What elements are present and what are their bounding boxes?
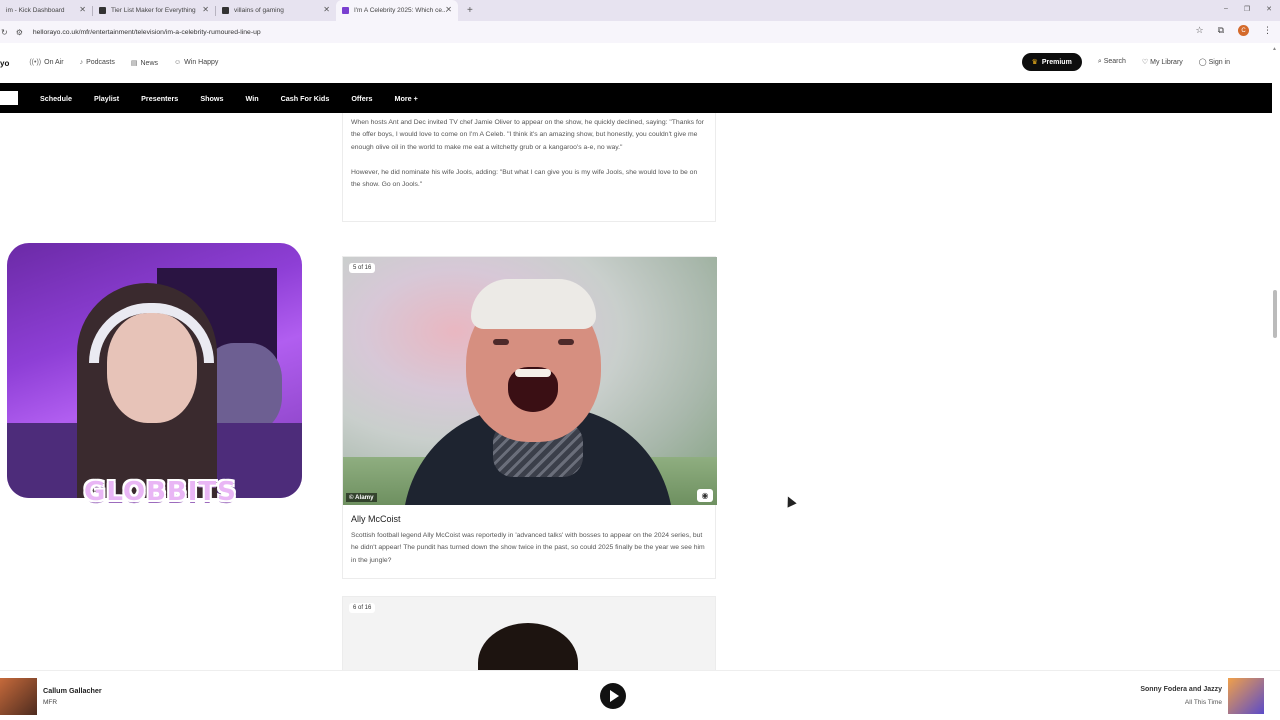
card-title: Ally McCoist	[351, 514, 401, 524]
track-title: All This Time	[1184, 699, 1222, 706]
card-photo[interactable]: 6 of 16	[343, 597, 715, 671]
nav-cash-for-kids[interactable]: Cash For Kids	[281, 94, 330, 103]
search-button[interactable]: ⌕ Search	[1098, 58, 1126, 66]
favicon-icon	[99, 7, 106, 14]
search-label: Search	[1103, 58, 1126, 65]
photo-teeth	[515, 369, 551, 377]
mic-icon: ♪	[79, 59, 84, 66]
mouse-cursor-icon	[783, 494, 797, 508]
play-button[interactable]	[600, 683, 626, 709]
premium-label: Premium	[1041, 58, 1072, 66]
premium-button[interactable]: ♛ Premium	[1021, 53, 1082, 71]
site-logo[interactable]: yo	[0, 59, 9, 68]
radio-icon: ((•))	[29, 59, 42, 66]
browser-menu-icon[interactable]: ⋮	[1263, 25, 1272, 36]
window-controls: – ❐ ✕	[1224, 5, 1272, 13]
restore-icon[interactable]: ❐	[1244, 5, 1250, 13]
gallery-card: 5 of 16 © Alamy ◉ Ally McCoist Scottish …	[342, 256, 717, 579]
browser-tab-bar: im - Kick Dashboard ✕ Tier List Maker fo…	[0, 0, 1280, 21]
camera-icon[interactable]: ◉	[697, 489, 713, 502]
nav-podcasts[interactable]: ♪ Podcasts	[80, 59, 115, 67]
previous-card-text: When hosts Ant and Dec invited TV chef J…	[342, 113, 716, 222]
close-icon[interactable]: ✕	[202, 6, 209, 14]
top-nav: ((•)) On Air ♪ Podcasts ▤ News ☺ Win Happy	[29, 59, 218, 67]
tab-label: Tier List Maker for Everything	[111, 7, 196, 14]
photo-hair	[471, 279, 596, 329]
close-icon[interactable]: ✕	[79, 6, 86, 14]
photo-credit: © Alamy	[346, 493, 377, 502]
news-icon: ▤	[130, 60, 138, 67]
gallery-card: 6 of 16	[342, 596, 716, 671]
nav-shows[interactable]: Shows	[200, 94, 223, 103]
article-paragraph: When hosts Ant and Dec invited TV chef J…	[351, 119, 704, 151]
smile-icon: ☺	[174, 59, 182, 66]
site-info-icon[interactable]: ⚙	[16, 28, 23, 37]
now-playing-presenter: Callum Gallacher	[43, 686, 102, 695]
track-artist: Sonny Fodera and Jazzy	[1140, 686, 1222, 693]
station-logo[interactable]	[0, 91, 18, 105]
signin-label: Sign in	[1208, 59, 1230, 66]
page-scrollbar[interactable]	[1273, 290, 1277, 338]
nav-win[interactable]: Win	[245, 94, 258, 103]
library-label: My Library	[1150, 59, 1183, 66]
my-library-button[interactable]: ♡ My Library	[1142, 58, 1183, 66]
card-photo[interactable]: 5 of 16 © Alamy ◉	[343, 257, 717, 505]
address-bar: ↻ ⚙ hellorayo.co.uk/mfr/entertainment/te…	[0, 21, 1280, 43]
tab-label: im - Kick Dashboard	[6, 7, 65, 14]
browser-tab[interactable]: im - Kick Dashboard ✕	[0, 0, 92, 21]
nav-win-happy[interactable]: ☺ Win Happy	[174, 59, 218, 67]
streamer-logo: GLOBBITS	[84, 477, 237, 507]
track-artwork[interactable]	[1228, 678, 1264, 714]
photo-eye	[558, 339, 574, 345]
favicon-icon	[342, 7, 349, 14]
nav-more[interactable]: More +	[395, 94, 418, 103]
reload-icon[interactable]: ↻	[1, 28, 8, 37]
browser-tab[interactable]: Tier List Maker for Everything ✕	[93, 0, 215, 21]
nav-schedule[interactable]: Schedule	[40, 94, 72, 103]
nav-label: Podcasts	[86, 59, 115, 66]
webcam-overlay	[7, 243, 302, 498]
card-description: Scottish football legend Ally McCoist wa…	[351, 532, 705, 564]
close-window-icon[interactable]: ✕	[1266, 5, 1272, 13]
scroll-up-icon[interactable]: ▲	[1272, 46, 1277, 52]
bookmark-star-icon[interactable]: ☆	[1195, 25, 1203, 36]
nav-news[interactable]: ▤ News	[131, 59, 158, 67]
browser-tab-active[interactable]: I'm A Celebrity 2025: Which ce... ✕	[336, 0, 458, 21]
nav-label: On Air	[44, 59, 64, 66]
nav-label: News	[140, 60, 159, 67]
article-paragraph: However, he did nominate his wife Jools,…	[351, 168, 698, 189]
photo-eye	[493, 339, 509, 345]
nav-presenters[interactable]: Presenters	[141, 94, 178, 103]
crown-icon: ♛	[1031, 59, 1038, 66]
nav-offers[interactable]: Offers	[351, 94, 372, 103]
photo-hair	[478, 623, 578, 671]
now-playing-thumbnail[interactable]	[0, 678, 37, 715]
profile-avatar[interactable]: C	[1238, 25, 1249, 36]
station-nav: Schedule Playlist Presenters Shows Win C…	[0, 83, 1272, 113]
tab-label: I'm A Celebrity 2025: Which ce...	[354, 7, 448, 14]
new-tab-plus-icon[interactable]: +	[467, 5, 473, 16]
nav-playlist[interactable]: Playlist	[94, 94, 119, 103]
search-icon: ⌕	[1097, 58, 1102, 65]
now-playing-station: MFR	[43, 699, 58, 706]
radio-player: Callum Gallacher MFR Sonny Fodera and Ja…	[0, 670, 1280, 720]
close-icon[interactable]: ✕	[445, 6, 452, 14]
nav-label: Win Happy	[184, 59, 219, 66]
close-icon[interactable]: ✕	[323, 6, 330, 14]
sign-in-button[interactable]: ◯ Sign in	[1199, 58, 1230, 66]
site-header: yo ((•)) On Air ♪ Podcasts ▤ News ☺ Win Happ…	[0, 43, 1272, 83]
extensions-icon[interactable]: ⧉	[1218, 25, 1224, 36]
url-field[interactable]: hellorayo.co.uk/mfr/entertainment/televi…	[33, 29, 261, 36]
slide-counter: 5 of 16	[349, 263, 376, 273]
library-icon: ♡	[1141, 59, 1149, 66]
tab-label: villains of gaming	[234, 7, 284, 14]
slide-counter: 6 of 16	[349, 603, 376, 613]
user-icon: ◯	[1198, 59, 1207, 66]
minimize-icon[interactable]: –	[1224, 5, 1228, 13]
browser-tab[interactable]: villains of gaming ✕	[216, 0, 336, 21]
nav-on-air[interactable]: ((•)) On Air	[29, 59, 63, 67]
favicon-icon	[222, 7, 229, 14]
